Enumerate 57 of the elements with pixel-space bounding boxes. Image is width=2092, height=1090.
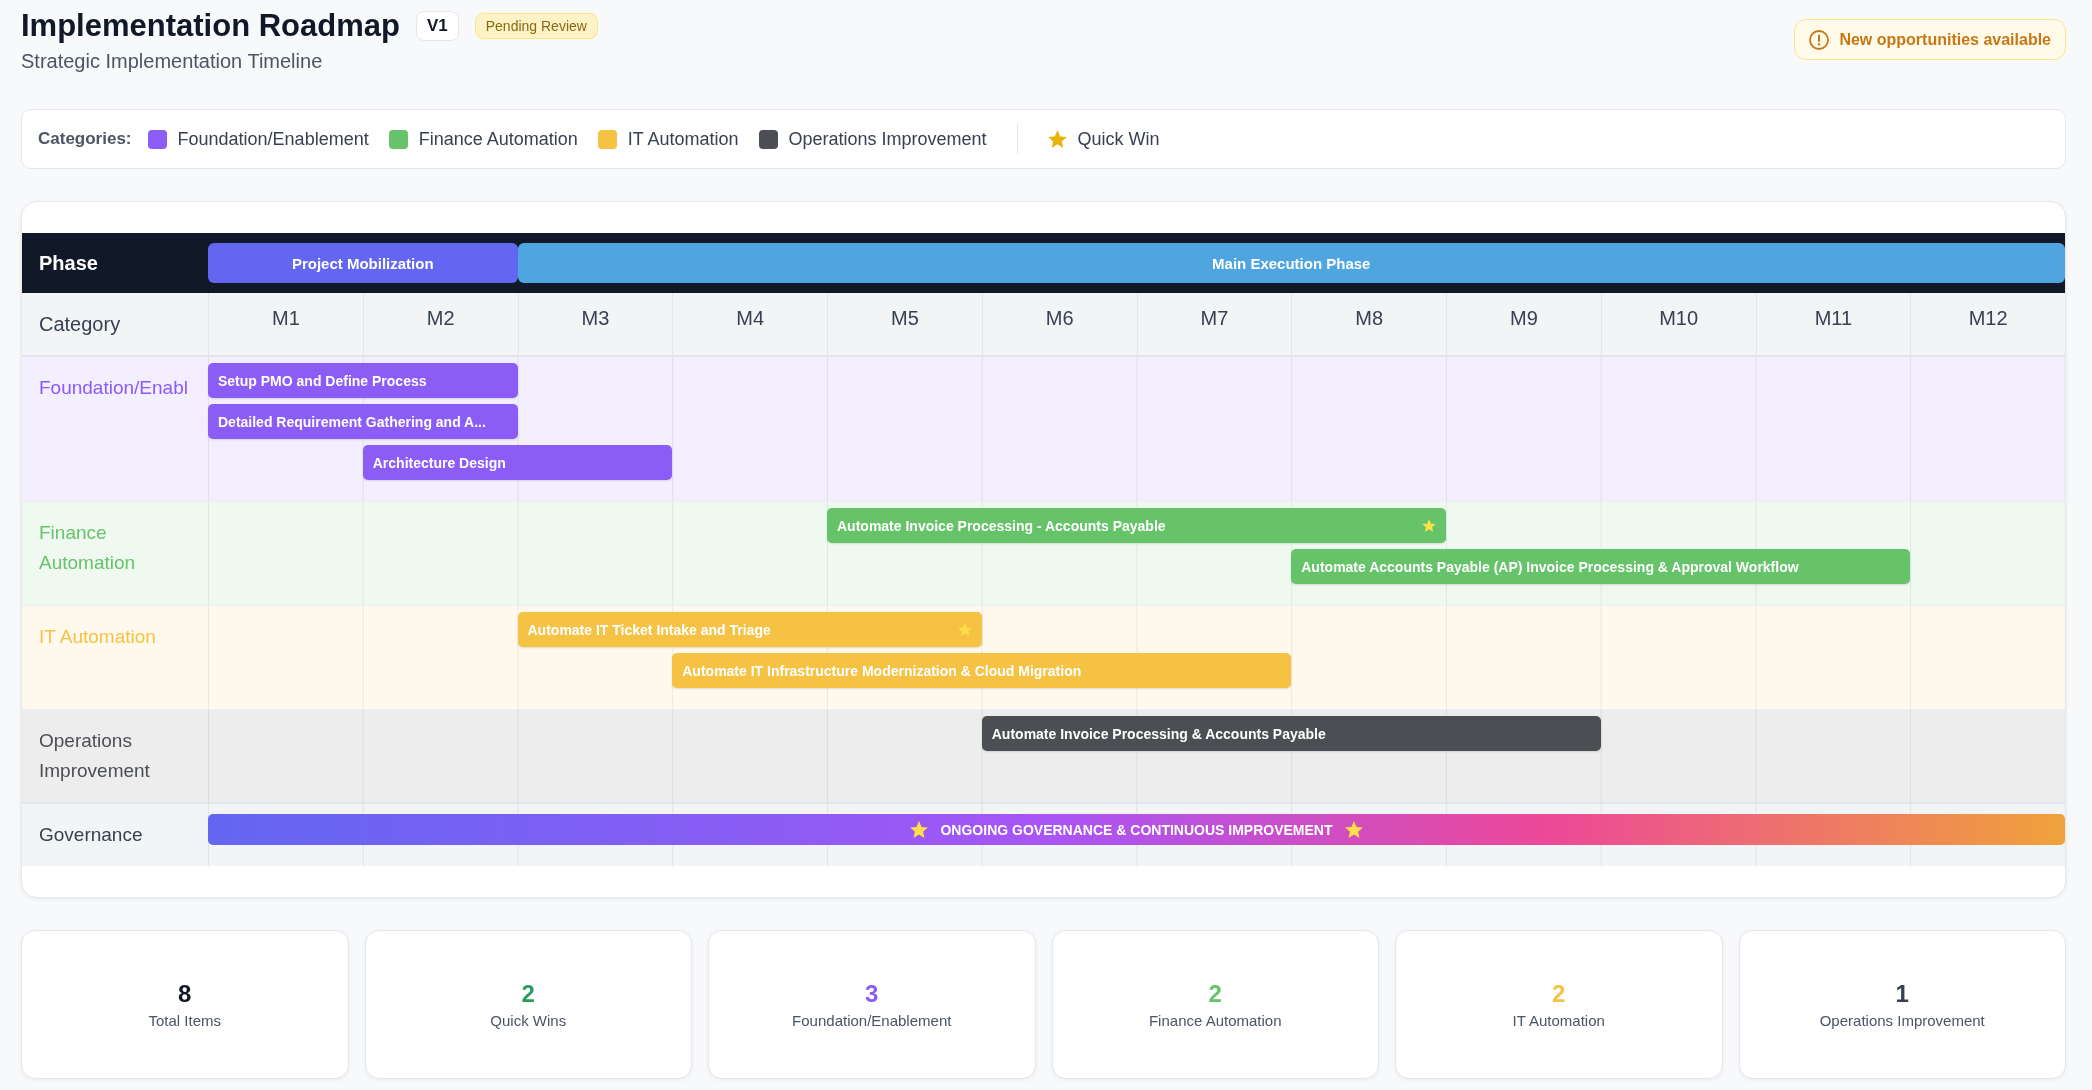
phase-bar: Main Execution Phase	[517, 243, 2065, 283]
task-bar[interactable]: Automate IT Infrastructure Modernization & Cloud Migration	[672, 653, 1292, 688]
column-header: Category	[38, 312, 122, 337]
alert-button[interactable]: New opportunities available	[1794, 19, 2066, 60]
phase-bar: Project Mobilization	[208, 243, 518, 283]
task-bar[interactable]: Automate Accounts Payable (AP) Invoice Processing & Approval Workflow	[1291, 549, 1911, 584]
month-header: M5	[827, 293, 982, 355]
legend-label: Operations Improvement	[788, 128, 987, 151]
stat-value: 2	[521, 978, 535, 1009]
month-header: M2	[362, 293, 518, 355]
stat-value: 3	[865, 978, 879, 1009]
task-bar[interactable]: Automate Invoice Processing - Accounts Payable	[827, 508, 1446, 543]
month-header: M4	[672, 293, 827, 355]
legend-label: Foundation/Enablement	[177, 128, 369, 151]
star-icon	[1344, 821, 1363, 838]
stat-value: 1	[1895, 978, 1909, 1009]
task-bar[interactable]: Automate IT Ticket Intake and Triage	[517, 612, 982, 647]
task-bar[interactable]: Setup PMO and Define Process	[208, 363, 518, 398]
month-header: M6	[981, 293, 1137, 355]
category-label: Governance	[39, 823, 144, 847]
month-header: M11	[1755, 293, 1911, 355]
category-label: Operations Improvement	[39, 729, 151, 783]
month-header: M8	[1291, 293, 1446, 355]
month-header: M9	[1446, 293, 1601, 355]
banner-text: ONGOING GOVERNANCE & CONTINUOUS IMPROVEMENT	[940, 821, 1333, 838]
category-label: IT Automation	[39, 625, 157, 649]
stat-label: IT Automation	[1512, 1010, 1605, 1031]
task-bar[interactable]: Automate Invoice Processing & Accounts Payable	[981, 716, 1601, 751]
stat-value: 8	[178, 978, 192, 1009]
exclamation-circle-icon	[1809, 29, 1830, 50]
stat-label: Quick Wins	[490, 1010, 567, 1031]
stat-label: Finance Automation	[1148, 1010, 1282, 1031]
month-header: M7	[1136, 293, 1292, 355]
legend-label: IT Automation	[627, 128, 739, 151]
page-subtitle: Strategic Implementation Timeline	[21, 49, 324, 74]
legend-title: Categories:	[38, 128, 132, 150]
row-header: Phase	[38, 251, 98, 276]
month-header: M10	[1600, 293, 1756, 355]
month-header: M3	[517, 293, 673, 355]
legend-label: Quick Win	[1077, 128, 1160, 151]
category-label: Finance Automation	[39, 521, 137, 575]
page-title: Implementation Roadmap	[21, 7, 400, 45]
stat-label: Foundation/Enablement	[792, 1010, 952, 1031]
category-label: Foundation/Enabl	[39, 376, 189, 400]
task-bar[interactable]: Architecture Design	[362, 445, 673, 480]
status-badge: Pending Review	[474, 13, 598, 39]
stat-label: Total Items	[148, 1010, 221, 1031]
stat-value: 2	[1552, 978, 1566, 1009]
star-icon	[1047, 130, 1067, 148]
stat-value: 2	[1208, 978, 1222, 1009]
month-header: M1	[208, 293, 363, 355]
star-icon	[910, 821, 929, 838]
version-badge: V1	[415, 11, 459, 41]
legend-label: Finance Automation	[418, 128, 578, 151]
task-bar[interactable]: Detailed Requirement Gathering and A...	[208, 404, 518, 439]
stat-label: Operations Improvement	[1819, 1010, 1985, 1031]
month-header: M12	[1910, 293, 2065, 355]
